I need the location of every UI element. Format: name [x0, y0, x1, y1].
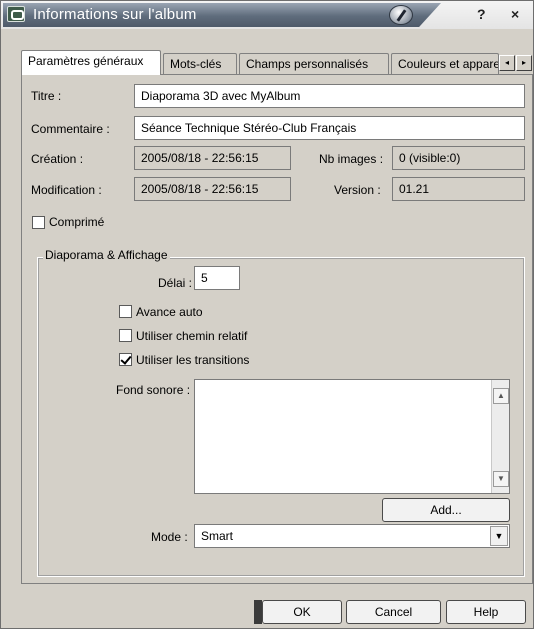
version-label: Version :	[334, 183, 381, 197]
tab-scroll-right-icon[interactable]: ▸	[516, 55, 532, 71]
creation-label: Création :	[31, 152, 84, 166]
transitions-label[interactable]: Utiliser les transitions	[136, 353, 249, 367]
transitions-checkbox[interactable]	[119, 353, 132, 366]
tab-parametres-generaux[interactable]: Paramètres généraux	[21, 50, 161, 75]
delai-label: Délai :	[158, 276, 193, 290]
nb-images-value: 0 (visible:0)	[392, 146, 525, 170]
tab-champs-personnalises[interactable]: Champs personnalisés	[239, 53, 389, 74]
modification-label: Modification :	[31, 183, 102, 197]
avance-auto-checkbox[interactable]	[119, 305, 132, 318]
chemin-relatif-checkbox[interactable]	[119, 329, 132, 342]
tab-mots-cles[interactable]: Mots-clés	[163, 53, 237, 74]
app-icon	[7, 6, 25, 22]
delai-input[interactable]: 5	[194, 266, 240, 290]
close-button[interactable]: ×	[511, 6, 519, 22]
modification-value: 2005/08/18 - 22:56:15	[134, 177, 291, 201]
titre-input[interactable]: Diaporama 3D avec MyAlbum	[134, 84, 525, 108]
titre-label: Titre :	[31, 89, 62, 103]
fond-sonore-label: Fond sonore :	[116, 383, 191, 397]
scroll-up-icon[interactable]: ▲	[493, 388, 509, 404]
cancel-button[interactable]: Cancel	[346, 600, 441, 624]
nb-images-label: Nb images :	[319, 152, 384, 166]
mode-label: Mode :	[151, 530, 188, 544]
commentaire-label: Commentaire :	[31, 122, 110, 136]
creation-value: 2005/08/18 - 22:56:15	[134, 146, 291, 170]
tab-couleurs-apparence[interactable]: Couleurs et apparence	[391, 53, 499, 74]
rollup-button[interactable]	[389, 5, 413, 25]
mode-value: Smart	[201, 529, 234, 543]
window-title: Informations sur l'album	[33, 6, 197, 23]
help-button[interactable]: Help	[446, 600, 526, 624]
comprime-label[interactable]: Comprimé	[49, 215, 104, 229]
chemin-relatif-label[interactable]: Utiliser chemin relatif	[136, 329, 247, 343]
fond-sonore-textarea[interactable]: ▲ ▼	[194, 379, 510, 494]
fond-sonore-scrollbar[interactable]: ▲ ▼	[491, 380, 509, 493]
ok-button[interactable]: OK	[262, 600, 342, 624]
scroll-down-icon[interactable]: ▼	[493, 471, 509, 487]
mode-select[interactable]: Smart ▼	[194, 524, 510, 548]
dropdown-arrow-icon[interactable]: ▼	[490, 526, 508, 546]
diaporama-group-label: Diaporama & Affichage	[43, 248, 170, 262]
title-bar[interactable]: Informations sur l'album ? ×	[1, 1, 533, 29]
add-sound-button[interactable]: Add...	[382, 498, 510, 522]
help-title-button[interactable]: ?	[477, 6, 486, 22]
tab-scroll-left-icon[interactable]: ◂	[499, 55, 515, 71]
version-value: 01.21	[392, 177, 525, 201]
avance-auto-label[interactable]: Avance auto	[136, 305, 203, 319]
commentaire-input[interactable]: Séance Technique Stéréo-Club Français	[134, 116, 525, 140]
ok-default-indicator	[254, 600, 262, 624]
album-info-dialog: Informations sur l'album ? × Paramètres …	[0, 0, 534, 629]
comprime-checkbox[interactable]	[32, 216, 45, 229]
